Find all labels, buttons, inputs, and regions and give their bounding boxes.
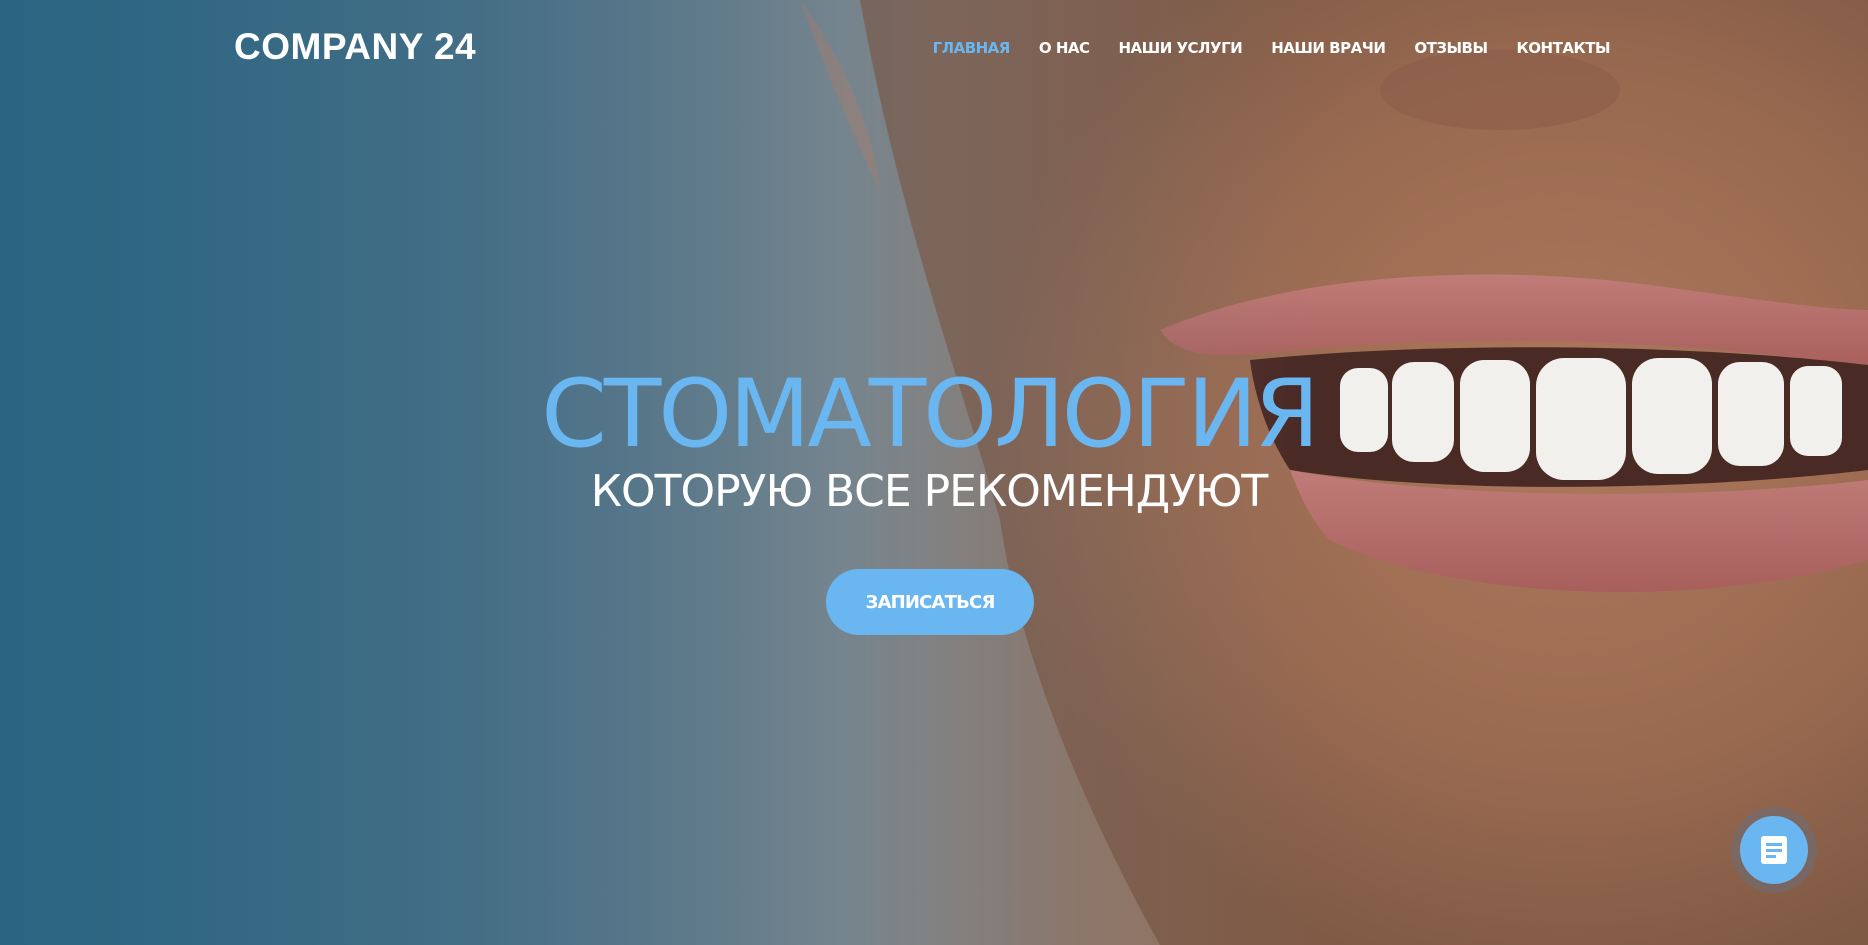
form-icon bbox=[1761, 836, 1787, 864]
main-nav: ГЛАВНАЯ О НАС НАШИ УСЛУГИ НАШИ ВРАЧИ ОТЗ… bbox=[933, 38, 1611, 57]
nav-link-doctors[interactable]: НАШИ ВРАЧИ bbox=[1271, 39, 1386, 57]
nav-item-contacts: КОНТАКТЫ bbox=[1517, 38, 1611, 57]
nav-link-services[interactable]: НАШИ УСЛУГИ bbox=[1119, 39, 1243, 57]
nav-item-reviews: ОТЗЫВЫ bbox=[1414, 38, 1488, 57]
nav-item-home: ГЛАВНАЯ bbox=[933, 38, 1011, 57]
nav-item-about: О НАС bbox=[1039, 38, 1090, 57]
nav-item-doctors: НАШИ ВРАЧИ bbox=[1271, 38, 1386, 57]
hero-headline: СТОМАТОЛОГИЯ bbox=[541, 360, 1319, 469]
nav-link-reviews[interactable]: ОТЗЫВЫ bbox=[1414, 39, 1488, 57]
hero-section: COMPANY 24 ГЛАВНАЯ О НАС НАШИ УСЛУГИ НАШ… bbox=[0, 0, 1868, 945]
site-header: COMPANY 24 ГЛАВНАЯ О НАС НАШИ УСЛУГИ НАШ… bbox=[0, 0, 1868, 98]
site-logo[interactable]: COMPANY 24 bbox=[234, 26, 476, 68]
form-widget-button[interactable] bbox=[1740, 816, 1808, 884]
signup-button[interactable]: ЗАПИСАТЬСЯ bbox=[826, 569, 1034, 635]
nav-link-home[interactable]: ГЛАВНАЯ bbox=[933, 39, 1011, 57]
nav-item-services: НАШИ УСЛУГИ bbox=[1119, 38, 1243, 57]
nav-link-contacts[interactable]: КОНТАКТЫ bbox=[1517, 39, 1611, 57]
hero-subheadline: КОТОРУЮ ВСЕ РЕКОМЕНДУЮТ bbox=[590, 466, 1269, 517]
nav-link-about[interactable]: О НАС bbox=[1039, 39, 1090, 57]
